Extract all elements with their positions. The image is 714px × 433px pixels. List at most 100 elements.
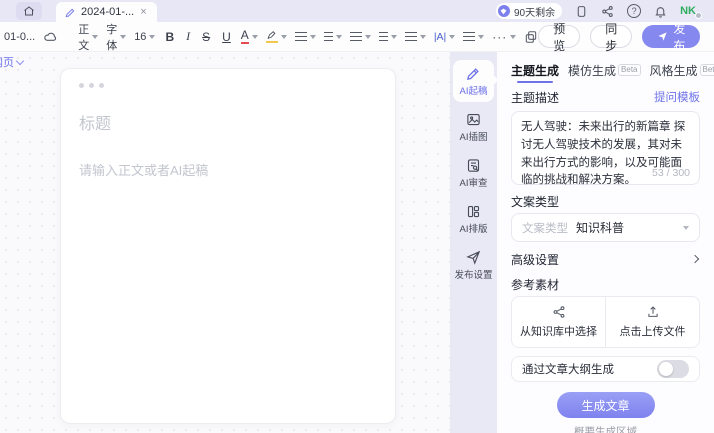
ordered-list-icon: [324, 32, 333, 34]
select-value: 知识科普: [576, 219, 624, 236]
copy-type-label: 文案类型: [511, 195, 559, 209]
generate-article-button[interactable]: 生成文章: [557, 392, 655, 418]
advanced-settings-label: 高级设置: [511, 251, 559, 268]
page-type-label: 网页: [0, 54, 14, 70]
advanced-settings-row[interactable]: 高级设置: [511, 250, 700, 268]
chevron-down-icon: [310, 35, 316, 39]
vertical-align-button[interactable]: [379, 32, 397, 42]
select-prefix: 文案类型: [522, 220, 568, 236]
upload-file-label: 点击上传文件: [620, 323, 686, 339]
beta-badge: Beta: [700, 64, 714, 76]
document-card[interactable]: 标题 请输入正文或者AI起稿: [60, 68, 396, 424]
body-input[interactable]: 请输入正文或者AI起稿: [79, 160, 377, 179]
description-textarea[interactable]: 无人驾驶：未来出行的新篇章 探讨无人驾驶技术的发展，其对未来出行方式的影响，以及…: [511, 111, 700, 185]
font-color-letter: A: [241, 29, 249, 44]
cloud-sync-icon[interactable]: [43, 29, 58, 44]
toolbar-actions: 预 览 同 步 发布: [538, 25, 714, 48]
rail-item-label: AI起稿: [460, 83, 488, 97]
list-style-button[interactable]: [463, 32, 484, 42]
title-input[interactable]: 标题: [79, 110, 377, 134]
avatar-status-badge: [695, 12, 702, 19]
close-icon[interactable]: ×: [139, 6, 147, 18]
char-counter: 53 / 300: [652, 167, 690, 179]
home-icon: [23, 5, 35, 17]
paragraph-style-value: 正文: [78, 21, 89, 53]
outline-toggle-row: 通过文章大纲生成: [511, 356, 700, 382]
tab-label: 风格生成: [650, 62, 698, 79]
help-icon[interactable]: ?: [627, 4, 641, 18]
align-icon: [295, 32, 307, 34]
pencil-icon: [466, 66, 481, 81]
publish-button[interactable]: 发布: [642, 25, 700, 48]
text-direction-button[interactable]: |A|: [434, 31, 455, 43]
user-avatar[interactable]: NK: [680, 5, 700, 17]
chevron-down-icon: [149, 35, 155, 39]
underline-button[interactable]: U: [222, 30, 231, 44]
description-value: 无人驾驶：未来出行的新篇章 探讨无人驾驶技术的发展，其对未来出行方式的影响，以及…: [521, 119, 690, 190]
rail-item-label: AI审查: [460, 175, 488, 189]
indent-icon: [350, 32, 362, 34]
tab-theme-generation[interactable]: 主题生成: [511, 62, 559, 79]
format-painter-icon[interactable]: [524, 30, 538, 44]
page-type-selector[interactable]: 网页: [0, 54, 23, 70]
document-title: 01-0...: [4, 31, 35, 43]
trial-badge[interactable]: 90天剩余: [496, 3, 562, 19]
tab-style-generation[interactable]: 风格生成 Beta: [650, 62, 714, 79]
mobile-icon[interactable]: [575, 5, 588, 18]
line-spacing-icon: [405, 32, 417, 34]
rail-item-ai-review[interactable]: AI审查: [453, 152, 494, 194]
chevron-down-icon: [449, 35, 455, 39]
preview-button[interactable]: 预 览: [538, 25, 580, 48]
paragraph-style-select[interactable]: 正文: [78, 21, 98, 53]
help-glyph: ?: [632, 6, 637, 16]
panel-tabs: 主题生成 模仿生成 Beta 风格生成 Beta: [511, 60, 700, 80]
bold-button[interactable]: B: [165, 30, 174, 44]
indent-button[interactable]: [350, 32, 371, 42]
reference-cards: 从知识库中选择 点击上传文件: [511, 296, 700, 348]
beta-badge: Beta: [618, 64, 640, 76]
rail-item-label: AI插图: [460, 129, 488, 143]
outline-toggle[interactable]: [657, 360, 689, 378]
rail-item-ai-illustration[interactable]: AI插图: [453, 106, 494, 148]
more-tools-button[interactable]: ···: [492, 30, 516, 44]
sync-button[interactable]: 同 步: [590, 25, 632, 48]
template-link[interactable]: 提问模板: [654, 89, 700, 105]
text-direction-icon: |A|: [434, 31, 446, 43]
rail-item-label: AI排版: [460, 221, 488, 235]
bell-icon[interactable]: [654, 5, 667, 18]
rail-item-publish-settings[interactable]: 发布设置: [453, 244, 494, 286]
font-color-button[interactable]: A: [241, 29, 258, 44]
generate-wrap: 生成文章: [511, 392, 700, 418]
chevron-down-icon: [120, 35, 126, 39]
line-spacing-button[interactable]: [405, 32, 426, 42]
document-tab[interactable]: 2024-01-... ×: [56, 2, 157, 22]
generation-area-hint: 概要生成区域: [511, 424, 700, 433]
share-icon[interactable]: [601, 5, 614, 18]
top-right-actions: 90天剩余 ? NK: [496, 3, 714, 19]
upload-file-card[interactable]: 点击上传文件: [605, 297, 699, 347]
reference-label: 参考素材: [511, 278, 559, 292]
font-size-select[interactable]: 16: [134, 31, 155, 43]
upload-icon: [646, 305, 660, 319]
strikethrough-button[interactable]: S: [202, 30, 210, 44]
home-button[interactable]: [16, 2, 42, 20]
font-size-value: 16: [134, 31, 146, 43]
copy-type-select[interactable]: 文案类型 知识科普: [511, 213, 700, 242]
card-dots: [79, 83, 377, 88]
chevron-down-icon: [510, 35, 516, 39]
rail-item-ai-draft[interactable]: AI起稿: [453, 60, 494, 102]
highlight-color-button[interactable]: [266, 30, 287, 44]
gem-icon: [498, 5, 510, 17]
knowledge-base-card[interactable]: 从知识库中选择: [512, 297, 605, 347]
toggle-knob: [659, 362, 673, 376]
rail-item-label: 发布设置: [454, 267, 492, 281]
align-button[interactable]: [295, 32, 316, 42]
font-family-select[interactable]: 字体: [106, 21, 126, 53]
list-icon: [463, 32, 475, 34]
chevron-down-icon: [683, 226, 689, 230]
ordered-list-button[interactable]: [324, 32, 342, 42]
tab-imitation-generation[interactable]: 模仿生成 Beta: [568, 62, 640, 79]
italic-button[interactable]: I: [186, 29, 190, 44]
chevron-down-icon: [420, 35, 426, 39]
rail-item-ai-layout[interactable]: AI排版: [453, 198, 494, 240]
